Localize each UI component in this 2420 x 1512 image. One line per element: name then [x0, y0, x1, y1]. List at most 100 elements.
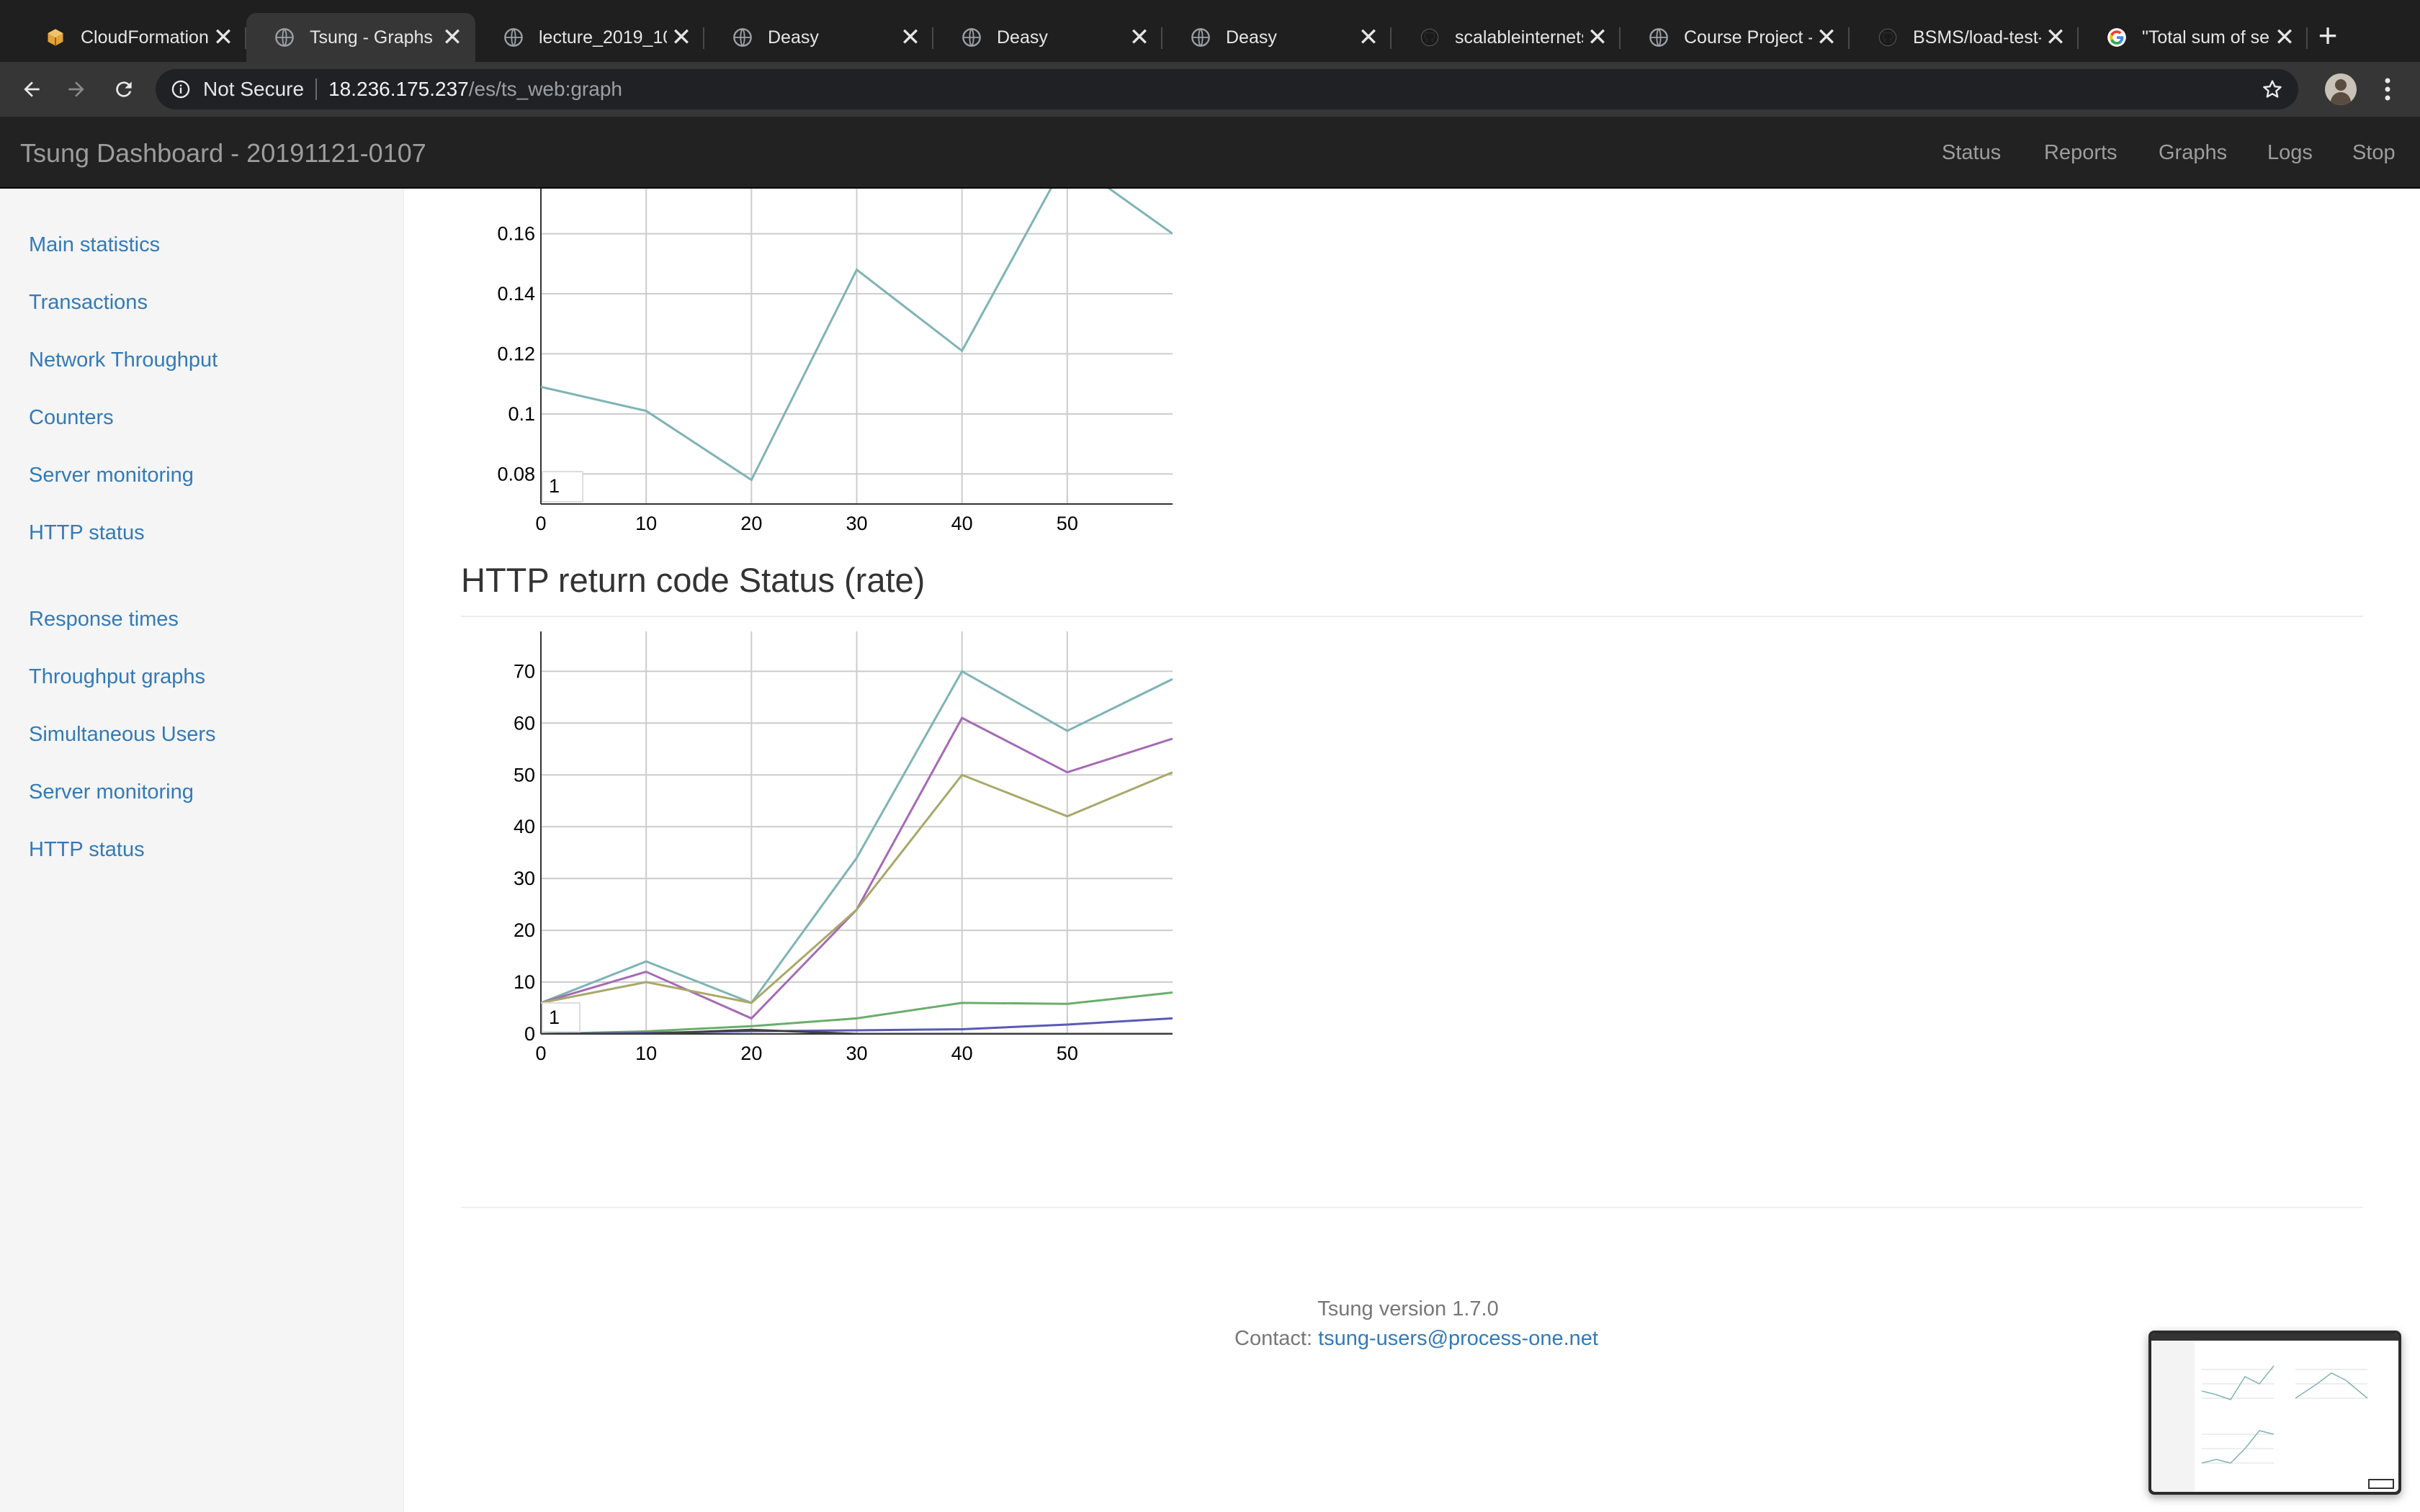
footer-contact: Contact: tsung-users@process-one.net — [1234, 1327, 1598, 1351]
browser-tab[interactable]: Course Project - C✕ — [1621, 13, 1850, 62]
y-tick-label: 0.1 — [508, 403, 535, 425]
browser-tab[interactable]: Deasy ✕ — [1162, 13, 1392, 62]
address-bar[interactable]: Not Secure 18.236.175.237/es/ts_web:grap… — [156, 69, 2298, 109]
url-path[interactable]: /es/ts_web:graph — [469, 78, 622, 101]
sidebar-item-network-throughput[interactable]: Network Throughput — [29, 348, 218, 372]
tab-close-icon[interactable]: ✕ — [896, 23, 925, 52]
tab-close-icon[interactable]: ✕ — [1812, 23, 1841, 52]
thumbnail-chrome — [2151, 1333, 2398, 1341]
not-secure-label[interactable]: Not Secure — [203, 78, 304, 101]
browser-tab[interactable]: "Total sum of ses ✕ — [2079, 13, 2308, 62]
tab-separator — [2306, 27, 2308, 49]
browser-toolbar: Not Secure 18.236.175.237/es/ts_web:grap… — [0, 62, 2420, 117]
globe-icon — [503, 27, 524, 48]
tab-close-icon[interactable]: ✕ — [2041, 23, 2070, 52]
tab-close-icon[interactable]: ✕ — [1354, 23, 1383, 52]
tab-close-icon[interactable]: ✕ — [1125, 23, 1154, 52]
profile-avatar[interactable] — [2325, 73, 2357, 105]
sidebar-item-counters[interactable]: Counters — [29, 406, 114, 430]
sidebar-item-transactions[interactable]: Transactions — [29, 291, 148, 315]
tab-close-icon[interactable]: ✕ — [438, 23, 467, 52]
http-status-rate-chart: 0 10 20 30 40 50 0 10 20 30 40 50 60 70 — [514, 631, 1173, 1064]
sidebar-item-main-statistics[interactable]: Main statistics — [29, 233, 160, 257]
section-divider — [461, 616, 2363, 617]
tab-title: lecture_2019_10_ — [539, 27, 667, 48]
sidebar-item-response-times[interactable]: Response times — [29, 608, 179, 631]
y-tick-label: 0.12 — [497, 343, 535, 364]
sidebar-item-simultaneous-users[interactable]: Simultaneous Users — [29, 723, 216, 747]
google-icon — [2106, 27, 2128, 48]
browser-tab[interactable]: scalableinternets ✕ — [1392, 13, 1621, 62]
sidebar-item-server-monitoring-2[interactable]: Server monitoring — [29, 780, 194, 804]
globe-icon — [1648, 27, 1670, 48]
forward-button[interactable] — [59, 72, 94, 107]
info-icon[interactable] — [170, 78, 192, 100]
x-tick-label: 20 — [740, 513, 762, 534]
sidebar-item-server-monitoring[interactable]: Server monitoring — [29, 464, 194, 487]
browser-tab-strip: CloudFormation - ✕ Tsung - Graphs R ✕ lectur… — [0, 0, 2420, 62]
screenshot-thumbnail[interactable] — [2148, 1331, 2401, 1495]
nav-reports[interactable]: Reports — [2044, 141, 2118, 165]
github-icon — [1877, 27, 1899, 48]
nav-logs[interactable]: Logs — [2267, 141, 2313, 165]
globe-icon — [732, 27, 753, 48]
x-tick-label: 50 — [1057, 513, 1078, 534]
tab-close-icon[interactable]: ✕ — [2270, 23, 2299, 52]
x-tick-label: 40 — [951, 513, 973, 534]
url-host[interactable]: 18.236.175.237 — [328, 78, 469, 101]
browser-tab[interactable]: CloudFormation - ✕ — [17, 13, 246, 62]
avatar-head — [2335, 79, 2347, 91]
browser-tab[interactable]: lecture_2019_10_✕ — [475, 13, 704, 62]
sidebar-item-http-status-2[interactable]: HTTP status — [29, 838, 145, 862]
footer-version: Tsung version 1.7.0 — [1317, 1297, 1499, 1320]
browser-tab[interactable]: BSMS/load-test-s ✕ — [1850, 13, 2079, 62]
thumbnail-sidebar — [2151, 1341, 2195, 1492]
tab-close-icon[interactable]: ✕ — [667, 23, 696, 52]
dashboard-brand[interactable]: Tsung Dashboard - 20191121-0107 — [20, 138, 426, 168]
y-tick-label: 0.14 — [497, 283, 535, 305]
section-title: HTTP return code Status (rate) — [461, 561, 926, 599]
y-tick-label: 0.16 — [497, 223, 535, 245]
browser-tab[interactable]: Tsung - Graphs R ✕ — [246, 13, 475, 62]
avatar-body — [2331, 92, 2351, 105]
chart2-legend: 1 — [542, 1002, 581, 1032]
y-tick-label: 40 — [514, 816, 535, 837]
chart1-legend-label: 1 — [549, 475, 560, 497]
chart2-legend-label: 1 — [549, 1007, 560, 1028]
reload-icon — [116, 81, 132, 97]
y-tick-label: 10 — [514, 971, 535, 993]
chart1-legend: 1 — [542, 471, 583, 503]
browser-tab[interactable]: Deasy ✕ — [933, 13, 1162, 62]
browser-menu-icon[interactable] — [2377, 73, 2398, 105]
address-divider — [315, 78, 318, 100]
tab-close-icon[interactable]: ✕ — [209, 23, 238, 52]
sidebar-item-http-status[interactable]: HTTP status — [29, 521, 145, 545]
new-tab-button[interactable]: + — [2313, 19, 2342, 52]
back-button[interactable] — [14, 72, 49, 107]
tab-title: Course Project - C — [1684, 27, 1812, 48]
y-tick-label: 60 — [514, 712, 535, 734]
x-tick-label: 20 — [740, 1043, 762, 1064]
y-tick-label: 20 — [514, 919, 535, 941]
bookmark-star-icon[interactable] — [2259, 76, 2285, 102]
sidebar-item-throughput-graphs[interactable]: Throughput graphs — [29, 665, 205, 689]
tab-title: BSMS/load-test-s — [1913, 27, 2041, 48]
nav-graphs[interactable]: Graphs — [2159, 141, 2227, 165]
aws-box-icon — [45, 27, 66, 48]
browser-tab[interactable]: Deasy ✕ — [704, 13, 933, 62]
x-tick-label: 10 — [635, 1043, 657, 1064]
globe-icon — [1190, 27, 1211, 48]
nav-stop[interactable]: Stop — [2352, 141, 2396, 165]
forward-arrow-icon — [68, 81, 84, 97]
globe-icon — [961, 27, 982, 48]
y-tick-label: 50 — [514, 764, 535, 786]
tab-title: CloudFormation - — [81, 27, 209, 48]
tab-close-icon[interactable]: ✕ — [1583, 23, 1612, 52]
dashboard-navbar: Tsung Dashboard - 20191121-0107 Status R… — [0, 117, 2420, 189]
contact-email-link[interactable]: tsung-users@process-one.net — [1318, 1327, 1598, 1350]
nav-status[interactable]: Status — [1942, 141, 2001, 165]
reload-button[interactable] — [107, 72, 141, 107]
y-tick-label: 0 — [524, 1023, 535, 1045]
tab-title: Deasy — [768, 27, 819, 48]
x-tick-label: 30 — [846, 1043, 867, 1064]
